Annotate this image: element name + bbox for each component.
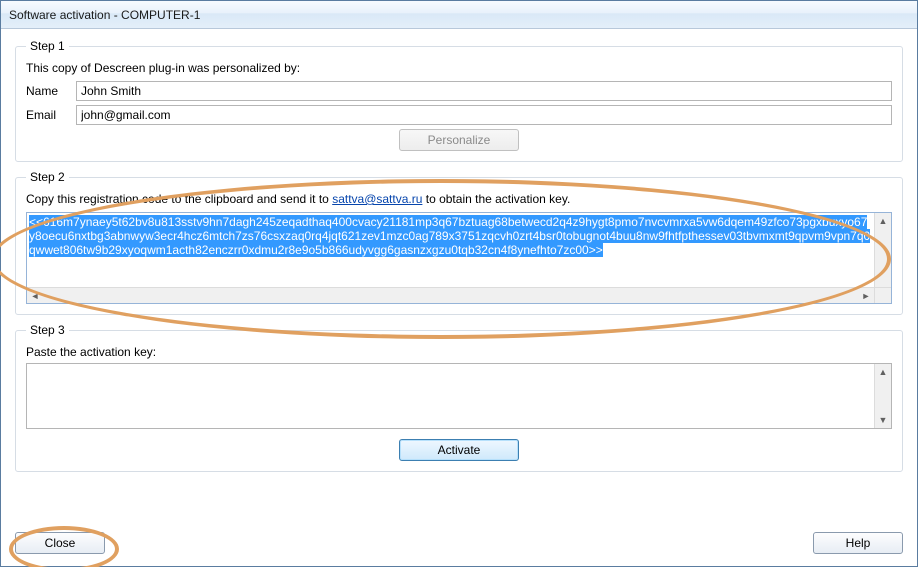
step1-legend: Step 1 — [26, 39, 69, 53]
vertical-scrollbar[interactable]: ▲ — [874, 213, 891, 287]
bottom-button-bar: Close Help — [15, 532, 903, 554]
close-button[interactable]: Close — [15, 532, 105, 554]
activate-button[interactable]: Activate — [399, 439, 519, 461]
client-area: Step 1 This copy of Descreen plug-in was… — [1, 29, 917, 566]
horizontal-scrollbar[interactable]: ◄ ► — [27, 287, 874, 303]
name-field[interactable] — [76, 81, 892, 101]
step3-group: Step 3 Paste the activation key: ▲ ▼ Act… — [15, 323, 903, 472]
scroll-left-icon[interactable]: ◄ — [27, 289, 43, 303]
support-email-link[interactable]: sattva@sattva.ru — [332, 192, 422, 206]
step3-legend: Step 3 — [26, 323, 69, 337]
email-label: Email — [26, 108, 76, 122]
titlebar[interactable]: Software activation - COMPUTER-1 — [1, 1, 917, 29]
help-button[interactable]: Help — [813, 532, 903, 554]
step2-legend: Step 2 — [26, 170, 69, 184]
vertical-scrollbar[interactable]: ▲ ▼ — [874, 364, 891, 428]
scroll-down-icon[interactable]: ▼ — [875, 412, 891, 428]
step1-group: Step 1 This copy of Descreen plug-in was… — [15, 39, 903, 162]
step2-group: Step 2 Copy this registration code to th… — [15, 170, 903, 315]
email-field[interactable] — [76, 105, 892, 125]
registration-code-box[interactable]: <<616m7ynaey5t62bv8u813sstv9hn7dagh245ze… — [26, 212, 892, 304]
scroll-up-icon[interactable]: ▲ — [875, 364, 891, 380]
scroll-corner — [874, 287, 891, 303]
scroll-right-icon[interactable]: ► — [858, 289, 874, 303]
activation-key-box[interactable]: ▲ ▼ — [26, 363, 892, 429]
window-title: Software activation - COMPUTER-1 — [9, 8, 200, 22]
step2-desc-pre: Copy this registration code to the clipb… — [26, 192, 332, 206]
scroll-up-icon[interactable]: ▲ — [875, 213, 891, 229]
step2-desc-post: to obtain the activation key. — [422, 192, 570, 206]
activation-window: Software activation - COMPUTER-1 Step 1 … — [0, 0, 918, 567]
name-label: Name — [26, 84, 76, 98]
personalize-button[interactable]: Personalize — [399, 129, 519, 151]
step3-description: Paste the activation key: — [26, 345, 892, 359]
step2-description: Copy this registration code to the clipb… — [26, 192, 892, 206]
registration-code-text: <<616m7ynaey5t62bv8u813sstv9hn7dagh245ze… — [29, 215, 870, 257]
step1-description: This copy of Descreen plug-in was person… — [26, 61, 892, 75]
